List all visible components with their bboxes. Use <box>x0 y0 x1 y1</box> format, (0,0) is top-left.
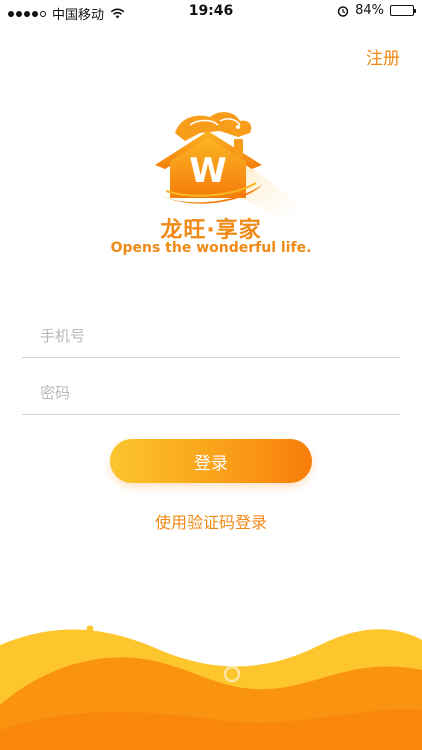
brand-slogan: Opens the wonderful life. <box>110 240 312 256</box>
alarm-icon <box>337 5 349 17</box>
sms-login-link[interactable]: 使用验证码登录 <box>0 509 422 533</box>
decorative-waves <box>0 625 422 750</box>
phone-input[interactable] <box>22 314 400 357</box>
logo-letter: W <box>189 151 227 191</box>
status-bar: 中国移动 19:46 84% <box>0 0 422 24</box>
battery-icon <box>390 5 416 16</box>
password-input[interactable] <box>22 371 400 414</box>
login-button[interactable]: 登录 <box>110 439 312 483</box>
password-field <box>22 371 400 415</box>
phone-field <box>22 314 400 358</box>
register-link[interactable]: 注册 <box>366 44 400 69</box>
battery-percent: 84% <box>355 3 384 18</box>
status-right: 84% <box>337 3 416 18</box>
